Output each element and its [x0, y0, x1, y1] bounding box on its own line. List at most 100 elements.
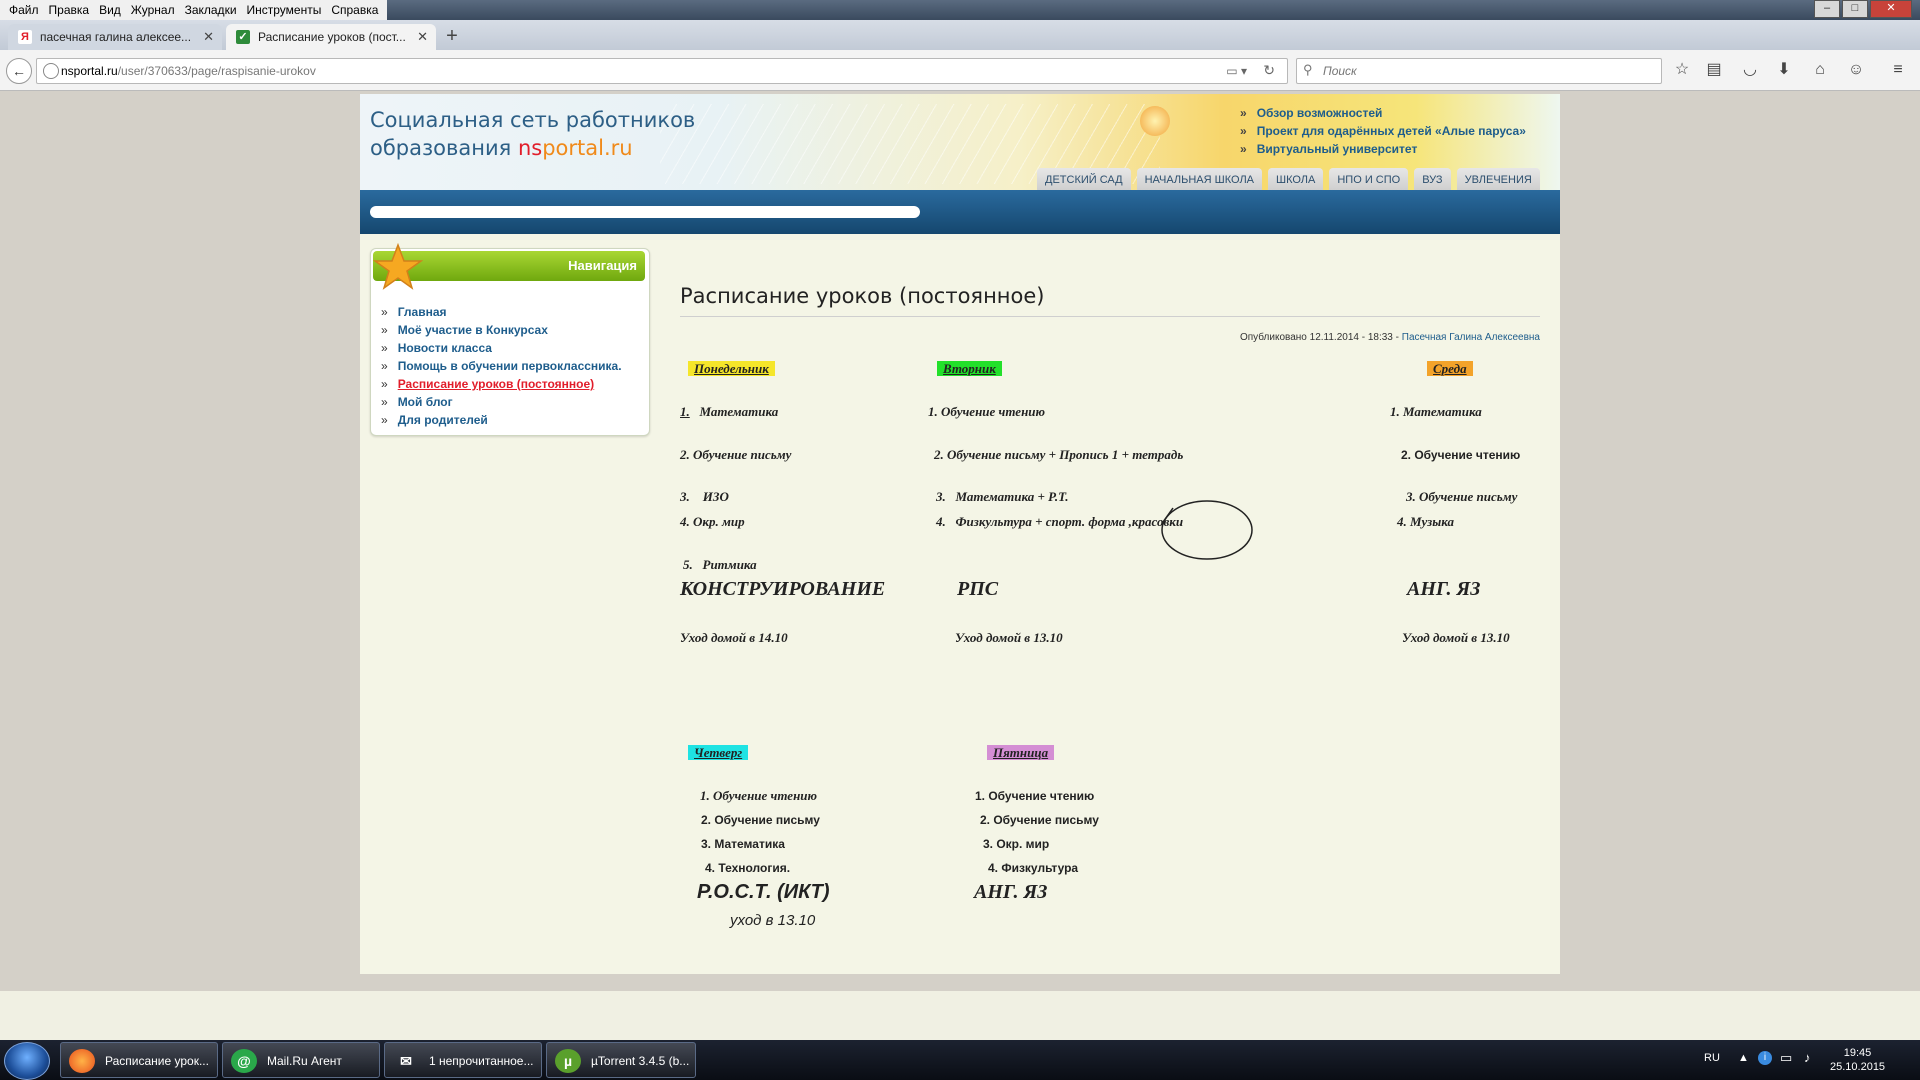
search-input[interactable]: [1321, 61, 1645, 81]
search-bar[interactable]: ⚲: [1296, 58, 1662, 84]
chat-icon[interactable]: ☺: [1844, 58, 1868, 82]
maximize-button[interactable]: □: [1842, 0, 1868, 18]
bookmark-star-icon[interactable]: ☆: [1670, 58, 1694, 82]
close-tab-icon[interactable]: ✕: [417, 24, 428, 50]
mon-leave-time: Уход домой в 14.10: [680, 630, 788, 645]
close-window-button[interactable]: ✕: [1870, 0, 1912, 18]
mon-lesson-4: 4. Окр. мир: [680, 514, 745, 529]
tab-bar: Я пасечная галина алексее... ✕ ✓ Расписа…: [0, 20, 1920, 50]
reader-view-icon[interactable]: ▭ ▾: [1226, 64, 1247, 78]
mon-extra: КОНСТРУИРОВАНИЕ: [680, 578, 886, 600]
link-features[interactable]: » Обзор возможностей: [1240, 104, 1526, 122]
thu-lesson-1: 1. Обучение чтению: [700, 788, 818, 803]
reload-icon[interactable]: ↻: [1263, 62, 1275, 79]
day-thursday: Четверг: [688, 745, 749, 761]
nav-item-schedule[interactable]: » Расписание уроков (постоянное): [381, 375, 622, 393]
pocket-icon[interactable]: ◡: [1738, 58, 1762, 82]
author-link[interactable]: Пасечная Галина Алексеевна: [1402, 332, 1540, 343]
menu-view[interactable]: Вид: [94, 0, 126, 20]
tray-arrow-icon[interactable]: ▲: [1738, 1052, 1749, 1064]
link-virtual-university[interactable]: » Виртуальный университет: [1240, 140, 1526, 158]
globe-icon: [43, 63, 59, 79]
download-icon[interactable]: ⬇: [1772, 58, 1796, 82]
nav-item-first-grader-help[interactable]: » Помощь в обучении первоклассника.: [381, 357, 622, 375]
tab-hobbies[interactable]: УВЛЕЧЕНИЯ: [1456, 168, 1540, 190]
page-footer-strip: [0, 991, 1920, 1040]
wed-lesson-1: 1. Математика: [1390, 404, 1482, 419]
mon-lesson-5: 5. Ритмика: [683, 557, 757, 572]
task-firefox[interactable]: Расписание урок...: [60, 1042, 218, 1078]
navigation-heading: Навигация: [568, 258, 637, 273]
back-button[interactable]: ←: [6, 58, 32, 84]
thu-extra: Р.О.С.Т. (ИКТ): [697, 881, 830, 903]
volume-tray-icon[interactable]: ♪: [1804, 1050, 1811, 1065]
menu-tools[interactable]: Инструменты: [242, 0, 327, 20]
tue-lesson-2: 2. Обучение письму + Пропись 1 + тетрадь: [934, 447, 1184, 462]
navigation-list: » Главная » Моё участие в Конкурсах » Новос…: [381, 303, 622, 429]
nav-item-parents[interactable]: » Для родителей: [381, 411, 622, 429]
language-indicator[interactable]: RU: [1704, 1052, 1720, 1064]
network-tray-icon[interactable]: ▭: [1780, 1050, 1792, 1066]
tab-npo-spo[interactable]: НПО И СПО: [1329, 168, 1409, 190]
brand-portal: portal.ru: [542, 136, 633, 160]
tab-primary-school[interactable]: НАЧАЛЬНАЯ ШКОЛА: [1136, 168, 1262, 190]
day-tuesday: Вторник: [937, 361, 1002, 377]
sun-decoration-icon: [1140, 106, 1170, 136]
redacted-username-scribble: [370, 206, 920, 218]
menu-history[interactable]: Журнал: [126, 0, 180, 20]
fri-extra: АНГ. ЯЗ: [974, 881, 1048, 903]
tue-lesson-1: 1. Обучение чтению: [928, 404, 1046, 419]
home-icon[interactable]: ⌂: [1808, 58, 1832, 82]
new-tab-button[interactable]: +: [440, 24, 464, 48]
thu-lesson-3: 3. Математика: [701, 837, 785, 851]
url-text: nsportal.ru/user/370633/page/raspisanie-…: [61, 59, 316, 83]
url-bar[interactable]: nsportal.ru/user/370633/page/raspisanie-…: [36, 58, 1288, 84]
tue-extra: РПС: [957, 578, 999, 600]
user-header-band: [360, 190, 1560, 234]
site-banner: Социальная сеть работников образования n…: [360, 94, 1560, 190]
search-icon: ⚲: [1303, 62, 1313, 77]
wed-lesson-2: 2. Обучение чтению: [1401, 448, 1521, 462]
nav-item-contests[interactable]: » Моё участие в Конкурсах: [381, 321, 622, 339]
clock-time: 19:45: [1843, 1047, 1872, 1059]
task-utorrent[interactable]: µ µTorrent 3.4.5 (b...: [546, 1042, 696, 1078]
site-title[interactable]: Социальная сеть работников образования n…: [370, 106, 695, 162]
day-monday: Понедельник: [688, 361, 775, 377]
nav-item-class-news[interactable]: » Новости класса: [381, 339, 622, 357]
tab-school[interactable]: ШКОЛА: [1268, 168, 1324, 190]
system-clock[interactable]: 19:45 25.10.2015: [1830, 1046, 1885, 1074]
menu-file[interactable]: Файл: [4, 0, 44, 20]
mon-lesson-1: 1. Математика: [680, 404, 779, 419]
menu-help[interactable]: Справка: [326, 0, 383, 20]
wed-extra: АНГ. ЯЗ: [1407, 578, 1481, 600]
task-mail[interactable]: ✉ 1 непрочитанное...: [384, 1042, 542, 1078]
bookmarks-list-icon[interactable]: ▤: [1702, 58, 1726, 82]
start-button[interactable]: [4, 1042, 50, 1080]
link-project[interactable]: » Проект для одарённых детей «Алые паруса…: [1240, 122, 1526, 140]
fri-lesson-1: 1. Обучение чтению: [975, 789, 1095, 803]
tab-label: Расписание уроков (пост...: [258, 30, 406, 44]
tab-kindergarten[interactable]: ДЕТСКИЙ САД: [1037, 168, 1131, 190]
tab-label: пасечная галина алексее...: [40, 30, 192, 44]
site-title-line1: Социальная сеть работников: [370, 108, 696, 132]
top-links: » Обзор возможностей » Проект для одарённы…: [1240, 104, 1526, 158]
close-tab-icon[interactable]: ✕: [203, 24, 214, 50]
menu-edit[interactable]: Правка: [44, 0, 95, 20]
tab-university[interactable]: ВУЗ: [1414, 168, 1451, 190]
nav-item-home[interactable]: » Главная: [381, 303, 622, 321]
menu-hamburger-icon[interactable]: ≡: [1886, 58, 1910, 82]
nav-item-blog[interactable]: » Мой блог: [381, 393, 622, 411]
tue-lesson-3: 3. Математика + Р.Т.: [936, 489, 1069, 504]
menu-bookmarks[interactable]: Закладки: [180, 0, 242, 20]
utorrent-icon: µ: [555, 1049, 581, 1073]
task-mail-agent[interactable]: @ Mail.Ru Агент: [222, 1042, 380, 1078]
minimize-button[interactable]: –: [1814, 0, 1840, 18]
taskbar: Расписание урок... @ Mail.Ru Агент ✉ 1 н…: [0, 1040, 1920, 1080]
tue-leave-time: Уход домой в 13.10: [955, 630, 1063, 645]
thu-lesson-2: 2. Обучение письму: [701, 813, 820, 827]
tab-schedule[interactable]: ✓ Расписание уроков (пост... ✕: [226, 24, 436, 50]
fri-lesson-2: 2. Обучение письму: [980, 813, 1099, 827]
publication-info: Опубликовано 12.11.2014 - 18:33 - Пасечн…: [1239, 332, 1540, 343]
tab-search[interactable]: Я пасечная галина алексее... ✕: [8, 24, 222, 50]
info-tray-icon[interactable]: i: [1758, 1051, 1772, 1065]
